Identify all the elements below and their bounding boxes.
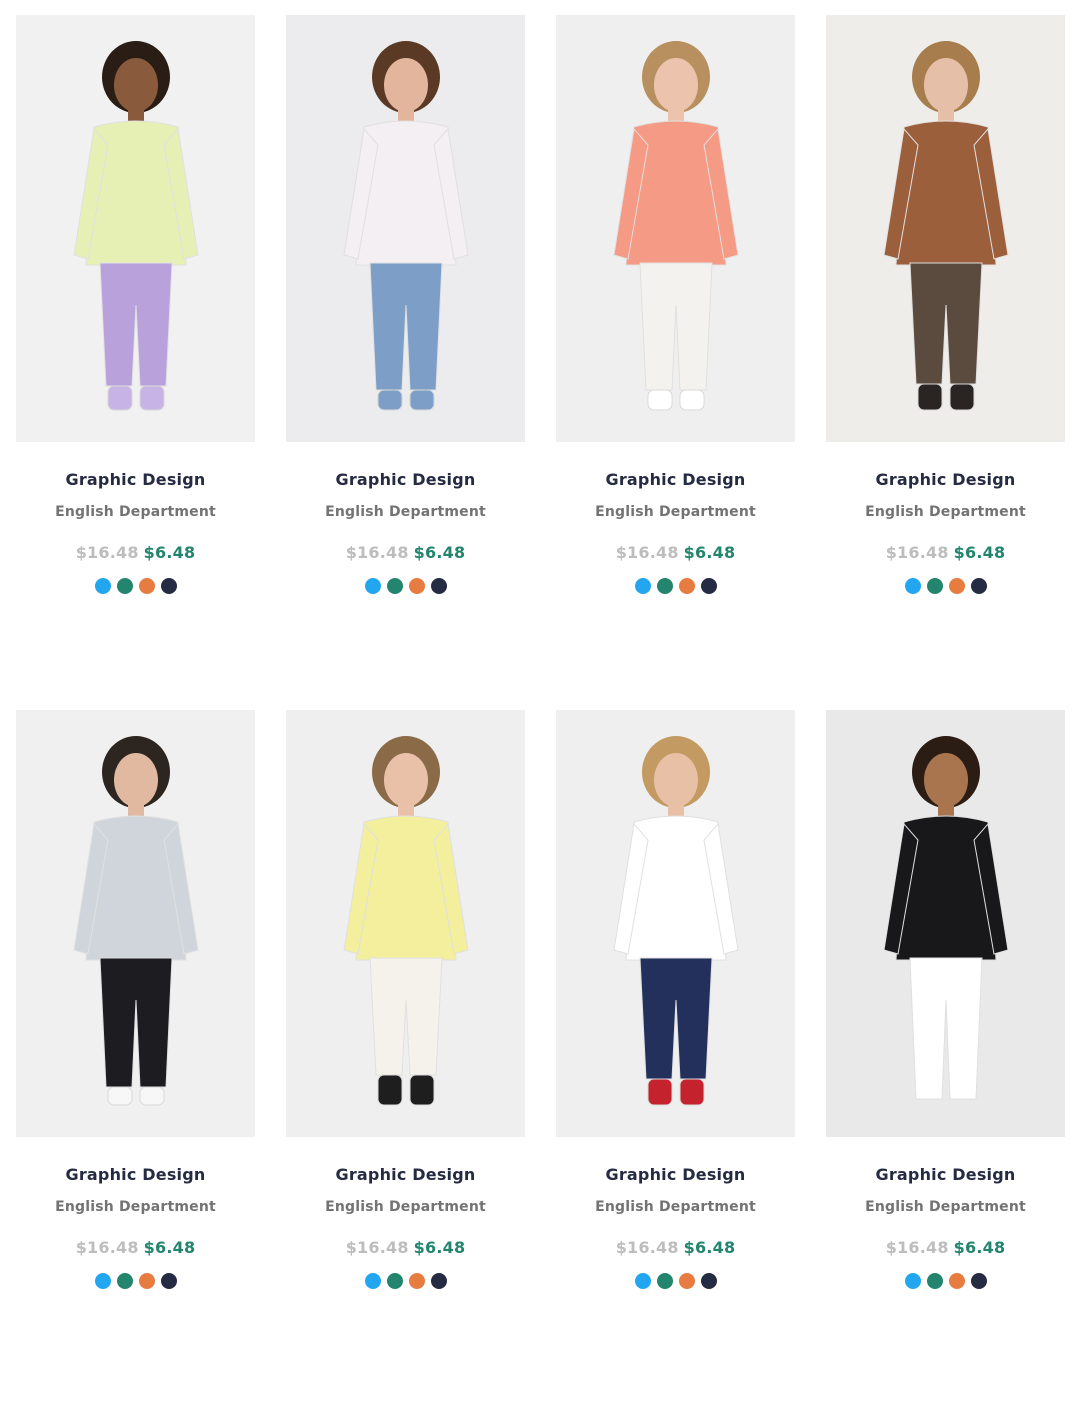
color-swatch-green[interactable] xyxy=(926,578,943,594)
product-price: $16.48 $6.48 xyxy=(556,1238,795,1258)
product-price: $16.48 $6.48 xyxy=(826,543,1065,563)
product-grid: Graphic Design English Department $16.48 $6… xyxy=(16,15,1065,1405)
color-swatch-orange[interactable] xyxy=(408,578,425,594)
product-department: English Department xyxy=(865,1199,1026,1215)
old-price: $16.48 xyxy=(75,1238,139,1257)
woman-coral-top-white-jeans-photo[interactable] xyxy=(556,15,795,442)
color-swatch-green[interactable] xyxy=(116,1273,133,1289)
sale-price: $6.48 xyxy=(953,1238,1006,1257)
color-swatch-blue[interactable] xyxy=(94,1273,111,1289)
color-swatch-green[interactable] xyxy=(386,1273,403,1289)
product-price: $16.48 $6.48 xyxy=(826,1238,1065,1258)
product-title[interactable]: Graphic Design xyxy=(16,470,255,490)
woman-yellow-cardigan-white-trousers-photo[interactable] xyxy=(286,710,525,1137)
sale-price: $6.48 xyxy=(953,543,1006,562)
color-swatches xyxy=(286,578,525,594)
color-swatch-navy[interactable] xyxy=(970,578,987,594)
sale-price: $6.48 xyxy=(683,543,736,562)
color-swatch-blue[interactable] xyxy=(364,1273,381,1289)
product-price: $16.48 $6.48 xyxy=(286,1238,525,1258)
product-card[interactable]: Graphic Design English Department $16.48 $6… xyxy=(826,15,1065,710)
man-printed-tshirt-denim-jacket-photo[interactable] xyxy=(286,15,525,442)
color-swatches xyxy=(826,578,1065,594)
color-swatch-navy[interactable] xyxy=(160,1273,177,1289)
color-swatch-blue[interactable] xyxy=(634,1273,651,1289)
product-price: $16.48 $6.48 xyxy=(556,543,795,563)
color-swatch-green[interactable] xyxy=(656,1273,673,1289)
sale-price: $6.48 xyxy=(143,1238,196,1257)
color-swatch-blue[interactable] xyxy=(364,578,381,594)
old-price: $16.48 xyxy=(615,1238,679,1257)
product-department: English Department xyxy=(595,1199,756,1215)
old-price: $16.48 xyxy=(885,1238,949,1257)
product-card[interactable]: Graphic Design English Department $16.48 $6… xyxy=(16,710,255,1405)
color-swatch-orange[interactable] xyxy=(408,1273,425,1289)
color-swatch-green[interactable] xyxy=(656,578,673,594)
product-card[interactable]: Graphic Design English Department $16.48 $6… xyxy=(826,710,1065,1405)
color-swatches xyxy=(556,578,795,594)
color-swatch-orange[interactable] xyxy=(138,578,155,594)
product-title[interactable]: Graphic Design xyxy=(556,1165,795,1185)
color-swatch-blue[interactable] xyxy=(94,578,111,594)
product-department: English Department xyxy=(595,504,756,520)
color-swatch-orange[interactable] xyxy=(138,1273,155,1289)
product-department: English Department xyxy=(325,1199,486,1215)
color-swatch-navy[interactable] xyxy=(970,1273,987,1289)
color-swatch-orange[interactable] xyxy=(678,578,695,594)
sale-price: $6.48 xyxy=(413,543,466,562)
woman-brown-jacket-print-skirt-photo[interactable] xyxy=(826,15,1065,442)
color-swatch-navy[interactable] xyxy=(700,578,717,594)
product-title[interactable]: Graphic Design xyxy=(826,1165,1065,1185)
color-swatch-green[interactable] xyxy=(116,578,133,594)
sale-price: $6.48 xyxy=(413,1238,466,1257)
product-department: English Department xyxy=(325,504,486,520)
product-price: $16.48 $6.48 xyxy=(16,1238,255,1258)
product-title[interactable]: Graphic Design xyxy=(556,470,795,490)
color-swatch-navy[interactable] xyxy=(700,1273,717,1289)
old-price: $16.48 xyxy=(615,543,679,562)
sale-price: $6.48 xyxy=(683,1238,736,1257)
product-title[interactable]: Graphic Design xyxy=(826,470,1065,490)
color-swatch-orange[interactable] xyxy=(948,578,965,594)
product-title[interactable]: Graphic Design xyxy=(16,1165,255,1185)
color-swatches xyxy=(16,578,255,594)
color-swatch-blue[interactable] xyxy=(904,1273,921,1289)
color-swatch-orange[interactable] xyxy=(948,1273,965,1289)
color-swatch-green[interactable] xyxy=(926,1273,943,1289)
old-price: $16.48 xyxy=(75,543,139,562)
color-swatches xyxy=(16,1273,255,1289)
old-price: $16.48 xyxy=(345,543,409,562)
color-swatches xyxy=(826,1273,1065,1289)
man-black-graphic-tshirt-photo[interactable] xyxy=(826,710,1065,1137)
old-price: $16.48 xyxy=(345,1238,409,1257)
product-price: $16.48 $6.48 xyxy=(286,543,525,563)
color-swatch-green[interactable] xyxy=(386,578,403,594)
sale-price: $6.48 xyxy=(143,543,196,562)
man-colorblock-hoodie-navy-joggers-photo[interactable] xyxy=(556,710,795,1137)
product-department: English Department xyxy=(865,504,1026,520)
product-card[interactable]: Graphic Design English Department $16.48 $6… xyxy=(286,15,525,710)
product-card[interactable]: Graphic Design English Department $16.48 $6… xyxy=(16,15,255,710)
color-swatches xyxy=(556,1273,795,1289)
color-swatch-navy[interactable] xyxy=(160,578,177,594)
product-title[interactable]: Graphic Design xyxy=(286,1165,525,1185)
color-swatch-blue[interactable] xyxy=(634,578,651,594)
man-grey-parka-black-trousers-photo[interactable] xyxy=(16,710,255,1137)
product-card[interactable]: Graphic Design English Department $16.48 $6… xyxy=(556,710,795,1405)
product-card[interactable]: Graphic Design English Department $16.48 $6… xyxy=(556,15,795,710)
product-price: $16.48 $6.48 xyxy=(16,543,255,563)
product-department: English Department xyxy=(55,1199,216,1215)
color-swatch-navy[interactable] xyxy=(430,1273,447,1289)
color-swatch-blue[interactable] xyxy=(904,578,921,594)
product-card[interactable]: Graphic Design English Department $16.48 $6… xyxy=(286,710,525,1405)
product-title[interactable]: Graphic Design xyxy=(286,470,525,490)
color-swatch-orange[interactable] xyxy=(678,1273,695,1289)
woman-lime-turtleneck-lilac-shorts-photo[interactable] xyxy=(16,15,255,442)
color-swatch-navy[interactable] xyxy=(430,578,447,594)
product-department: English Department xyxy=(55,504,216,520)
old-price: $16.48 xyxy=(885,543,949,562)
color-swatches xyxy=(286,1273,525,1289)
